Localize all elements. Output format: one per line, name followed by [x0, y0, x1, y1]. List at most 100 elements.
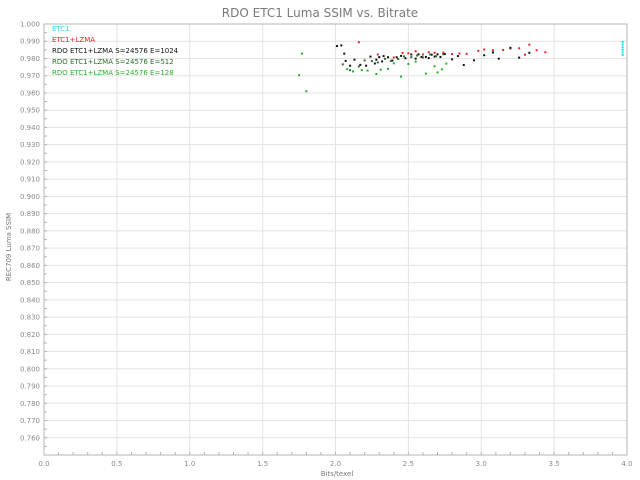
- data-point: [370, 60, 373, 63]
- y-tick-label: 0.850: [20, 279, 40, 287]
- data-point: [477, 49, 480, 52]
- data-point: [353, 58, 356, 61]
- x-axis-label: Bits/texel: [321, 470, 354, 478]
- data-point: [373, 62, 376, 65]
- data-point: [427, 51, 430, 54]
- data-point: [379, 68, 382, 71]
- x-tick-label: 0.0: [38, 460, 49, 468]
- x-tick-label: 3.5: [549, 460, 560, 468]
- data-point: [491, 49, 494, 52]
- data-point: [346, 68, 349, 71]
- data-point: [433, 51, 436, 54]
- chart: 1.000 0.990 0.980 0.970 0.960 0.950 0.940 0.930…: [0, 0, 640, 480]
- data-point: [483, 54, 486, 57]
- y-axis-label: REC709 Luma SSIM: [5, 213, 13, 281]
- data-point: [363, 59, 366, 62]
- data-point: [435, 55, 438, 58]
- data-point: [445, 62, 448, 65]
- y-tick-label: 0.820: [20, 331, 40, 339]
- y-tick-label: 0.870: [20, 245, 40, 253]
- data-point: [378, 56, 381, 59]
- data-point: [375, 72, 378, 75]
- data-point: [509, 46, 512, 49]
- x-tick-label: 2.0: [330, 460, 341, 468]
- legend-entry: RDO ETC1+LZMA S=24576 E=512: [52, 58, 174, 66]
- data-point: [451, 52, 454, 55]
- data-point: [392, 56, 395, 59]
- data-point: [340, 44, 343, 47]
- data-point: [424, 72, 427, 75]
- data-point: [410, 53, 413, 56]
- data-point: [382, 55, 385, 58]
- legend-entry: ETC1: [52, 25, 70, 33]
- data-point: [397, 57, 400, 60]
- data-point: [621, 51, 624, 54]
- data-point: [400, 54, 403, 57]
- x-tick-label: 4.0: [621, 460, 632, 468]
- data-point: [384, 57, 387, 60]
- y-tick-label: 0.840: [20, 296, 40, 304]
- legend-entry: RDO ETC1+LZMA S=24576 E=1024: [52, 47, 179, 55]
- x-tick-label: 2.5: [403, 460, 414, 468]
- y-tick-label: 0.950: [20, 107, 40, 115]
- data-point: [528, 51, 531, 54]
- data-point: [341, 63, 344, 66]
- y-tick-label: 0.910: [20, 176, 40, 184]
- legend-entry: RDO ETC1+LZMA S=24576 E=128: [52, 69, 174, 77]
- data-point: [544, 51, 547, 54]
- data-point: [528, 43, 531, 46]
- y-tick-label: 0.990: [20, 38, 40, 46]
- data-point: [621, 41, 624, 44]
- y-tick-label: 0.780: [20, 400, 40, 408]
- y-tick-label: 0.930: [20, 141, 40, 149]
- y-tick-label: 0.960: [20, 89, 40, 97]
- y-tick-label: 0.830: [20, 314, 40, 322]
- data-point: [440, 68, 443, 71]
- data-point: [433, 65, 436, 68]
- data-point: [621, 43, 624, 46]
- y-tick-label: 0.800: [20, 365, 40, 373]
- data-point: [386, 67, 389, 70]
- x-tick-label: 0.5: [111, 460, 122, 468]
- data-point: [427, 57, 430, 60]
- data-point: [407, 52, 410, 55]
- x-tick-label: 1.5: [257, 460, 268, 468]
- data-point: [491, 51, 494, 54]
- data-point: [410, 56, 413, 59]
- data-point: [360, 69, 363, 72]
- data-point: [369, 55, 372, 58]
- y-tick-label: 0.880: [20, 227, 40, 235]
- data-point: [518, 56, 521, 59]
- data-point: [502, 49, 505, 52]
- y-tick-label: 0.920: [20, 158, 40, 166]
- y-tick-label: 0.980: [20, 55, 40, 63]
- data-point: [404, 57, 407, 60]
- data-point: [439, 55, 442, 58]
- y-tick-label: 1.000: [20, 21, 40, 29]
- data-point: [465, 52, 468, 55]
- data-point: [424, 55, 427, 58]
- y-tick-label: 0.890: [20, 210, 40, 218]
- data-point: [621, 46, 624, 49]
- data-point: [376, 53, 379, 56]
- y-tick-label: 0.900: [20, 193, 40, 201]
- data-point: [401, 51, 404, 54]
- data-point: [416, 54, 419, 57]
- data-point: [483, 48, 486, 51]
- data-point: [421, 53, 424, 56]
- data-point: [523, 53, 526, 56]
- data-point: [442, 53, 445, 56]
- data-point: [351, 70, 354, 73]
- data-point: [414, 57, 417, 60]
- y-tick-label: 0.970: [20, 72, 40, 80]
- data-point: [392, 62, 395, 65]
- data-point: [451, 58, 454, 61]
- data-point: [386, 56, 389, 59]
- data-point: [349, 69, 352, 72]
- y-tick-label: 0.810: [20, 348, 40, 356]
- data-point: [436, 53, 439, 56]
- x-tick-label: 3.0: [476, 460, 487, 468]
- data-point: [414, 60, 417, 63]
- data-point: [298, 74, 301, 77]
- data-point: [376, 61, 379, 64]
